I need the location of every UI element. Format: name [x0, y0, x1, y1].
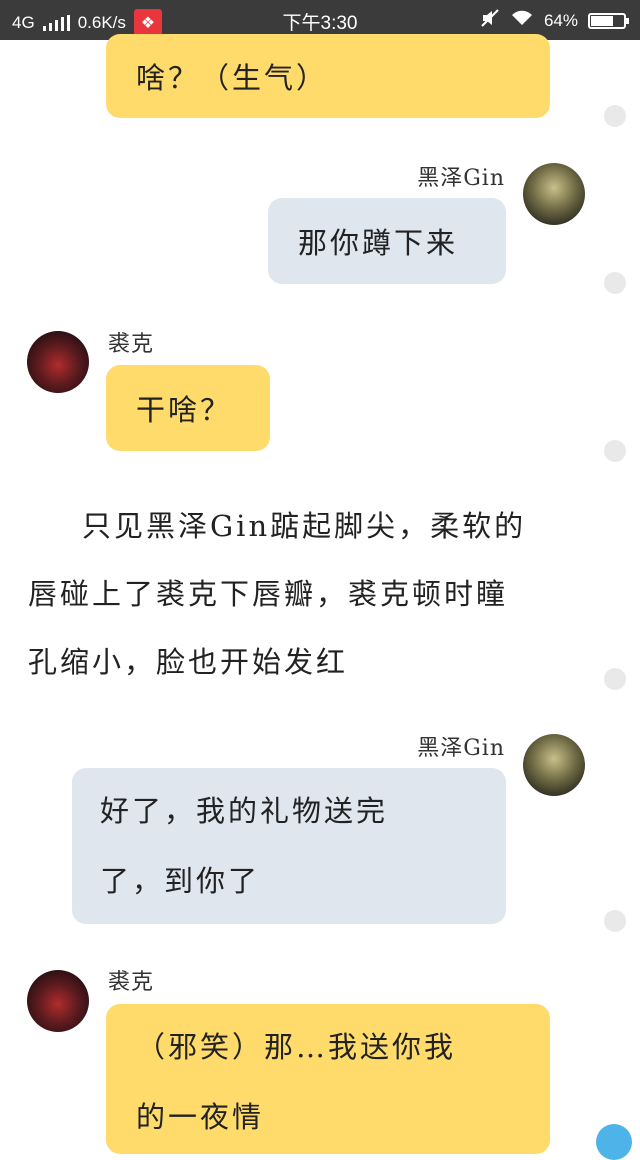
avatar[interactable]: [523, 734, 585, 796]
message-text: 了，到你了: [100, 864, 261, 898]
message-text: 啥？（生气）: [136, 61, 329, 95]
sender-name: 裘克: [108, 970, 155, 995]
read-indicator: [604, 272, 626, 294]
message-text: 好了，我的礼物送完: [100, 794, 389, 828]
avatar[interactable]: [523, 163, 585, 225]
wifi-icon: [510, 9, 534, 32]
battery-icon: [588, 12, 629, 29]
message-bubble[interactable]: 干啥？: [106, 365, 270, 451]
sender-name: 黑泽Gin: [417, 166, 505, 191]
sender-name: 黑泽Gin: [417, 736, 505, 761]
message-bubble[interactable]: 啥？（生气）: [106, 34, 550, 118]
read-indicator: [604, 910, 626, 932]
narration-text: 只见黑泽Gin踮起脚尖，柔软的 唇碰上了裘克下唇瓣，裘克顿时瞳 孔缩小，脸也开始…: [28, 492, 588, 696]
battery-percent: 64%: [543, 10, 578, 30]
message-bubble[interactable]: 好了，我的礼物送完 了，到你了: [72, 768, 506, 924]
message-text: 的一夜情: [136, 1100, 265, 1134]
narration-line: 孔缩小，脸也开始发红: [28, 645, 349, 679]
read-indicator: [604, 668, 626, 690]
sender-name: 裘克: [108, 332, 155, 357]
message-bubble[interactable]: （邪笑）那…我送你我 的一夜情: [106, 1004, 550, 1154]
message-text: 那你蹲下来: [298, 226, 459, 260]
avatar[interactable]: [27, 331, 89, 393]
message-bubble[interactable]: 那你蹲下来: [268, 198, 506, 284]
narration-line: 只见黑泽Gin踮起脚尖，柔软的: [82, 509, 527, 543]
read-indicator: [604, 440, 626, 462]
message-text: 干啥？: [136, 393, 233, 427]
read-indicator: [604, 105, 626, 127]
scroll-button[interactable]: [596, 1124, 632, 1160]
message-text: （邪笑）那…我送你我: [136, 1030, 457, 1064]
mute-icon: [480, 9, 500, 32]
narration-line: 唇碰上了裘克下唇瓣，裘克顿时瞳: [28, 577, 509, 611]
avatar[interactable]: [27, 970, 89, 1032]
